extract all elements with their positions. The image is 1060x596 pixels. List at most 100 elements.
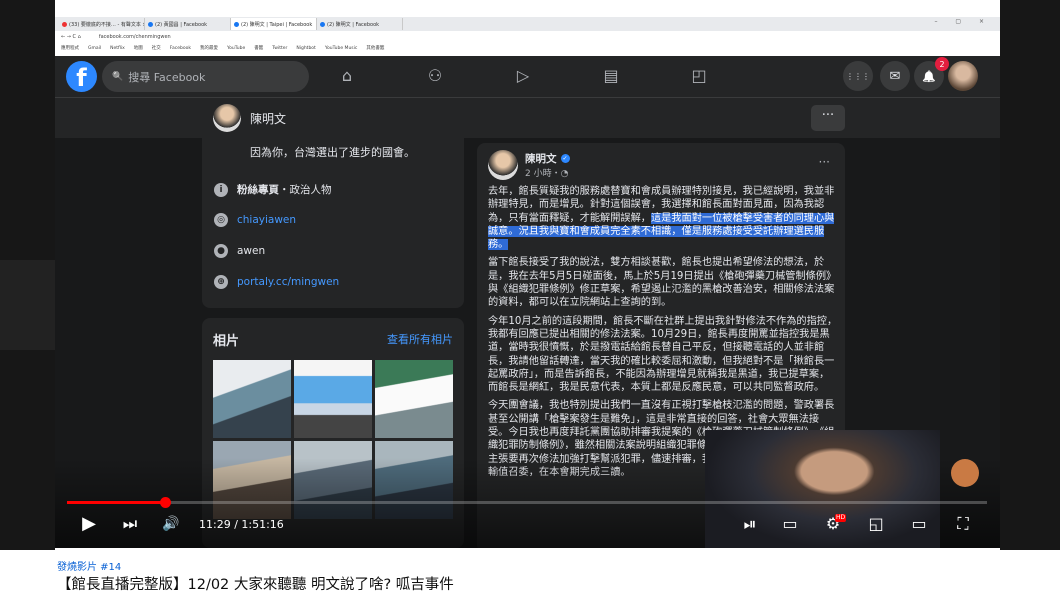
- sticker-emoji: [951, 459, 979, 487]
- page-name: 陳明文: [250, 112, 287, 126]
- photos-title: 相片: [213, 334, 240, 349]
- browser-tab-strip: (33) 要徹底的不接… - 有聲文本 × (2) 黃國昌 | Facebook (…: [55, 17, 1000, 31]
- page-avatar: [213, 104, 241, 132]
- bookmark-item[interactable]: 地圖: [134, 45, 143, 51]
- bookmark-item[interactable]: Nightbot: [296, 46, 315, 51]
- miniplayer-button[interactable]: ◱: [863, 512, 889, 536]
- next-button[interactable]: ⏭: [118, 512, 142, 536]
- browser-tab[interactable]: (33) 要徹底的不接… - 有聲文本 ×: [59, 18, 145, 30]
- intro-info-row: ● awen: [214, 244, 265, 258]
- browser-nav-icons: ← → C ⌂: [61, 33, 81, 40]
- post-paragraph: 當下館長接受了我的說法，雙方相談甚歡，館長也提出希望修法的想法，於是，我在去年5…: [488, 257, 837, 309]
- notifications-icon: 🔔 2: [914, 57, 949, 91]
- bookmark-item[interactable]: YouTube: [227, 46, 245, 51]
- watch-icon: ▷: [516, 66, 530, 85]
- browser-tab[interactable]: (2) 陳明文 | Taipei | Facebook: [231, 18, 317, 30]
- address-bar: ← → C ⌂ facebook.com/chenmingwen: [55, 31, 1000, 42]
- right-backdrop: [1000, 0, 1060, 550]
- search-icon: 🔍: [112, 71, 124, 82]
- facebook-nav: f 🔍 搜尋 Facebook ⌂ ⚇ ▷ ▤ ◰ ⋮⋮⋮ ✉ 🔔 2: [55, 56, 1000, 98]
- facebook-search: 🔍 搜尋 Facebook: [102, 61, 309, 92]
- intro-info-row: ◎ chiayiawen: [214, 213, 296, 227]
- window-controls: – ▢ ×: [934, 18, 992, 25]
- info-label: 粉絲專頁: [237, 184, 279, 196]
- groups-icon: ◰: [691, 66, 707, 85]
- bookmark-item[interactable]: 社交: [152, 45, 161, 51]
- hd-badge: HD: [835, 514, 847, 522]
- info-text[interactable]: chiayiawen: [237, 214, 296, 226]
- post-author-avatar: [488, 150, 518, 180]
- fullscreen-button[interactable]: ⛶: [950, 512, 976, 536]
- post-more-icon: ···: [818, 155, 830, 169]
- volume-button[interactable]: 🔊: [159, 512, 183, 536]
- bookmark-item[interactable]: Netflix: [110, 46, 125, 51]
- video-player[interactable]: (33) 要徹底的不接… - 有聲文本 × (2) 黃國昌 | Facebook (…: [55, 0, 1000, 548]
- bookmark-item[interactable]: Twitter: [272, 46, 287, 51]
- verified-icon: ✓: [560, 154, 570, 163]
- profile-avatar: [948, 61, 978, 91]
- progress-fill: [67, 501, 166, 504]
- video-hashtag[interactable]: 發燒影片 #14: [57, 558, 121, 573]
- post-author-name: 陳明文: [525, 153, 557, 165]
- subtitles-button[interactable]: ▭: [777, 512, 803, 536]
- info-value: portaly.cc/mingwen: [237, 276, 340, 288]
- info-icon: ◎: [214, 213, 228, 227]
- home-icon: ⌂: [341, 66, 353, 85]
- video-title: 【館長直播完整版】12/02 大家來聽聽 明文說了啥? 呱吉事件: [57, 577, 454, 593]
- bookmarks-bar: 應用程式 Gmail Netflix 地圖 社交 Facebook 我的最愛 YouTube 書…: [55, 43, 1000, 53]
- facebook-logo-icon: f: [66, 61, 97, 92]
- messenger-icon: ✉: [880, 61, 910, 91]
- friends-icon: ⚇: [427, 66, 443, 85]
- info-text: 粉絲專頁・政治人物: [237, 182, 332, 197]
- url-text: facebook.com/chenmingwen: [98, 33, 171, 40]
- tab-label: (2) 陳明文 | Facebook: [327, 21, 380, 28]
- bell-icon: 🔔: [922, 69, 936, 83]
- bookmark-item[interactable]: Gmail: [88, 46, 101, 51]
- photo-thumbnail: [294, 360, 372, 438]
- intro-info-row: ⊕ portaly.cc/mingwen: [214, 275, 339, 289]
- intro-card: 因為你，台灣選出了進步的國會。 i 粉絲專頁・政治人物 ◎ chiayiawen ● aw…: [202, 138, 464, 308]
- search-placeholder: 搜尋 Facebook: [128, 70, 206, 84]
- left-backdrop: [0, 0, 55, 550]
- tab-label: (2) 黃國昌 | Facebook: [155, 21, 208, 28]
- settings-button[interactable]: ⚙ HD: [820, 512, 847, 536]
- bookmark-item[interactable]: 我的最愛: [200, 45, 218, 51]
- autoplay-toggle[interactable]: ⏯: [735, 512, 765, 536]
- bookmark-item[interactable]: YouTube Music: [325, 46, 358, 51]
- info-value: chiayiawen: [237, 214, 297, 226]
- play-button[interactable]: ▶: [77, 512, 101, 536]
- intro-text: 因為你，台灣選出了進步的國會。: [250, 146, 415, 159]
- info-text[interactable]: portaly.cc/mingwen: [237, 276, 339, 288]
- marketplace-icon: ▤: [603, 66, 619, 85]
- post-paragraph: 去年，館長質疑我的服務處替寶和會成員辦理特別接見，我已經說明，我並非辦理特見，而…: [488, 185, 838, 251]
- photo-thumbnail: [375, 360, 453, 438]
- page-more-icon: ···: [811, 105, 845, 131]
- progress-bar[interactable]: [67, 497, 987, 508]
- bookmark-item[interactable]: 書籤: [254, 45, 263, 51]
- info-icon: i: [214, 182, 228, 197]
- tab-label: (2) 陳明文 | Taipei | Facebook: [241, 21, 313, 28]
- browser-tab[interactable]: (2) 黃國昌 | Facebook: [145, 18, 231, 30]
- info-icon: ⊕: [214, 275, 228, 289]
- tab-favicon-icon: [234, 21, 239, 27]
- tab-favicon-icon: [148, 21, 153, 27]
- see-all-photos-link: 查看所有相片: [387, 333, 453, 346]
- photo-thumbnail: [213, 360, 291, 438]
- bookmark-item[interactable]: 應用程式: [61, 45, 79, 51]
- notification-count: 2: [935, 57, 949, 71]
- post-time: 2 小時・◔: [525, 169, 569, 179]
- bookmark-item[interactable]: 其他書籤: [366, 45, 384, 51]
- intro-info-row: i 粉絲專頁・政治人物: [214, 182, 332, 197]
- browser-tab[interactable]: (2) 陳明文 | Facebook: [317, 18, 403, 30]
- info-text: awen: [237, 245, 265, 257]
- tab-favicon-icon: [62, 21, 67, 27]
- info-value: awen: [237, 245, 266, 257]
- browser-chrome: (33) 要徹底的不接… - 有聲文本 × (2) 黃國昌 | Facebook (…: [55, 0, 1000, 56]
- post-author: 陳明文 ✓: [525, 151, 570, 166]
- theater-button[interactable]: ▭: [906, 512, 932, 536]
- page-header: 陳明文 ···: [55, 98, 1000, 138]
- info-icon: ●: [214, 244, 228, 258]
- bookmark-item[interactable]: Facebook: [170, 46, 191, 51]
- post-paragraph: 今年10月之前的這段期間，館長不斷在社群上提出我針對修法不作為的指控，我都有回應…: [488, 315, 838, 394]
- menu-icon: ⋮⋮⋮: [843, 61, 873, 91]
